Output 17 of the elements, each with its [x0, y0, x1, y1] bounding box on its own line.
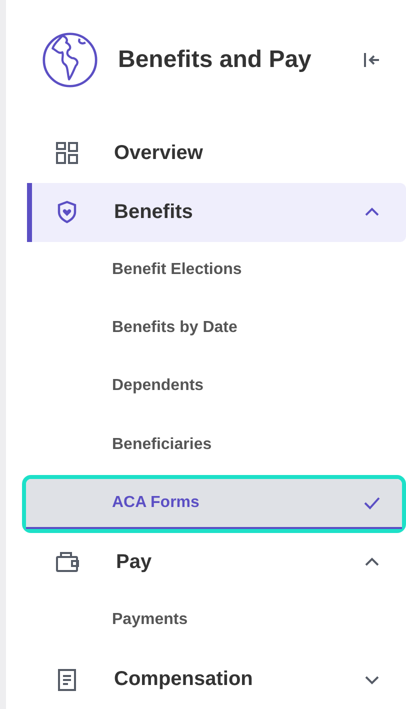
nav-subitem[interactable]: Benefits by Date	[26, 304, 402, 354]
nav-subitem[interactable]: Payments	[26, 596, 402, 646]
document-icon	[55, 668, 79, 692]
nav-group[interactable]: Pay	[27, 533, 406, 592]
dashboard-icon	[55, 141, 79, 166]
nav-subitem[interactable]: Benefit Elections	[26, 246, 402, 296]
shield-heart-icon	[55, 200, 79, 224]
nav-item[interactable]: Overview	[27, 124, 406, 183]
nav-subitem[interactable]: ACA Forms	[26, 478, 402, 530]
nav-subitem[interactable]: Beneficiaries	[26, 420, 402, 471]
nav-group[interactable]: Compensation	[27, 650, 406, 709]
collapse-icon[interactable]	[362, 50, 382, 70]
app-title: Benefits and Pay	[118, 46, 312, 74]
nav-subitem[interactable]: Dependents	[26, 362, 402, 412]
nav-group[interactable]: Benefits	[27, 182, 406, 242]
globe-icon	[41, 31, 99, 89]
wallet-icon	[55, 550, 81, 574]
